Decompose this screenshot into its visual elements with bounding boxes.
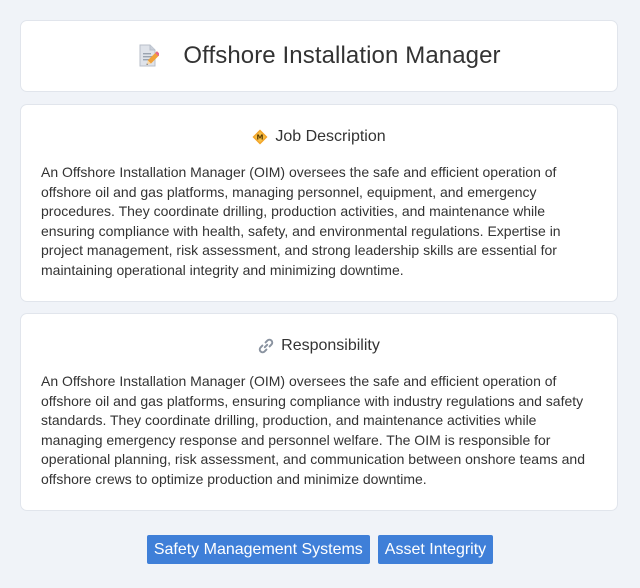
job-description-heading: M Job Description xyxy=(41,127,597,147)
job-description-card: M Job Description An Offshore Installati… xyxy=(20,104,618,302)
responsibility-heading: Responsibility xyxy=(41,336,597,356)
tag-list: Safety Management Systems Asset Integrit… xyxy=(0,535,640,564)
document-pencil-icon xyxy=(137,44,161,68)
svg-text:M: M xyxy=(257,134,264,142)
responsibility-title: Responsibility xyxy=(281,337,380,354)
job-description-title: Job Description xyxy=(275,128,386,145)
link-icon xyxy=(258,338,274,354)
diamond-badge-icon: M xyxy=(252,129,268,145)
tag-safety-management-systems[interactable]: Safety Management Systems xyxy=(146,535,370,564)
page-title: Offshore Installation Manager xyxy=(183,42,501,69)
responsibility-text: An Offshore Installation Manager (OIM) o… xyxy=(41,373,585,487)
title-card: Offshore Installation Manager xyxy=(20,20,618,92)
responsibility-card: Responsibility An Offshore Installation … xyxy=(20,313,618,511)
job-description-text: An Offshore Installation Manager (OIM) o… xyxy=(41,164,561,278)
tag-asset-integrity[interactable]: Asset Integrity xyxy=(377,535,494,564)
